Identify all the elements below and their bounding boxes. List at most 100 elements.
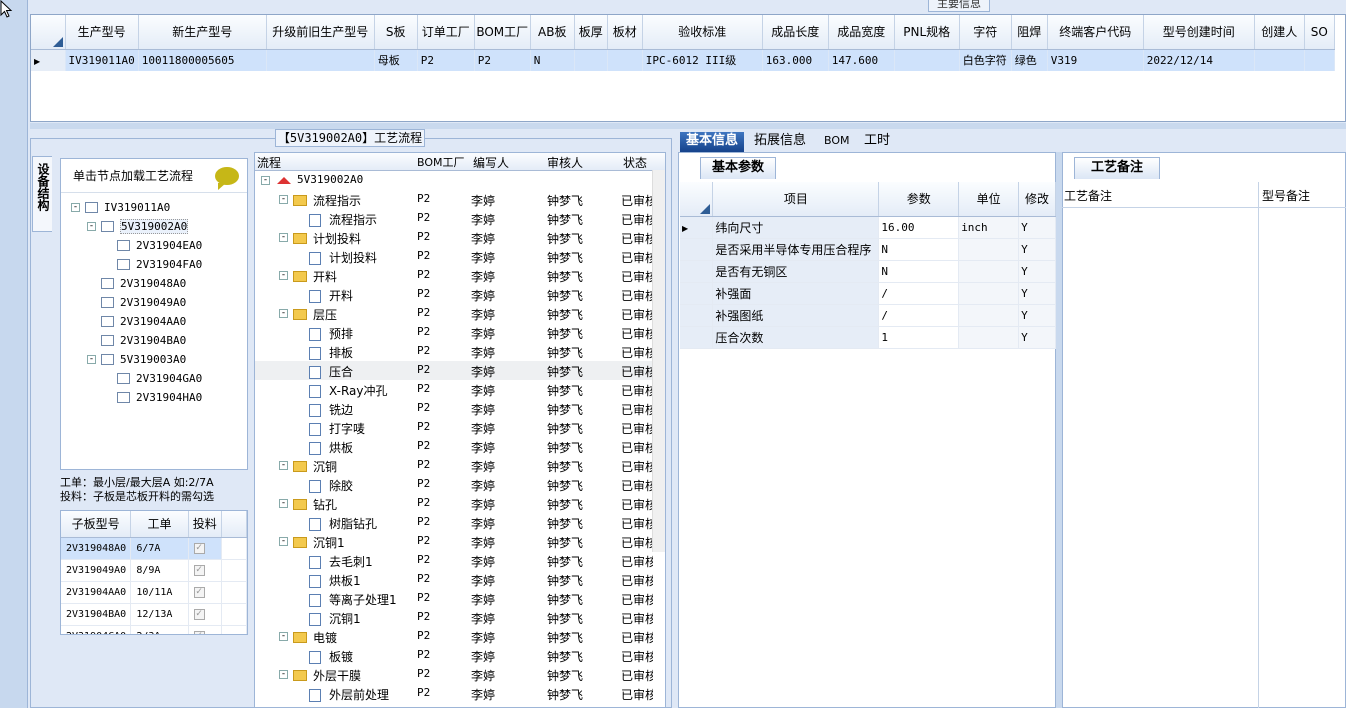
param-cell[interactable]: 是否采用半导体专用压合程序 [712, 238, 880, 261]
tab-basic-info[interactable]: 基本信息 [680, 132, 745, 152]
grid-cell[interactable]: 2022/12/14 [1143, 49, 1255, 71]
grid-cell[interactable]: 白色字符 [959, 49, 1012, 71]
table-row[interactable]: 压合次数 1 Y [680, 326, 1056, 349]
flow-row[interactable]: - 外层干膜 P2 李婷 钟梦飞 已审核 [255, 665, 665, 684]
param-cell[interactable]: 是否有无铜区 [712, 260, 880, 283]
flow-row[interactable]: 烘板 P2 李婷 钟梦飞 已审核 [255, 437, 665, 456]
row-indicator[interactable]: ▶ [680, 216, 714, 239]
tree-node[interactable]: - 5V319002A0 [61, 217, 247, 236]
tree-node[interactable]: 2V31904EA0 [61, 236, 247, 255]
flow-row[interactable]: - 流程指示 P2 李婷 钟梦飞 已审核 [255, 190, 665, 209]
grid-cell[interactable]: IPC-6012 III级 [642, 49, 763, 71]
side-tab-equipment[interactable]: 设备结构 [32, 156, 52, 232]
collapse-icon[interactable]: - [71, 203, 80, 212]
collapse-icon[interactable]: - [279, 195, 288, 204]
horizontal-splitter[interactable] [30, 123, 1346, 129]
table-row[interactable]: 是否采用半导体专用压合程序 N Y [680, 238, 1056, 261]
sub-grid-scroll[interactable] [221, 511, 247, 538]
param-cell[interactable]: 补强图纸 [712, 304, 880, 327]
grid-corner[interactable] [31, 15, 66, 50]
collapse-icon[interactable]: - [279, 632, 288, 641]
sub-col-header[interactable]: 子板型号 [61, 511, 132, 538]
row-indicator[interactable] [680, 260, 714, 283]
sub-cell[interactable]: 10/11A [130, 581, 189, 604]
col-header[interactable]: 板材 [607, 15, 643, 50]
table-row[interactable]: 2V319048A0 6/7A ✓ [61, 537, 247, 560]
collapse-icon[interactable]: - [279, 461, 288, 470]
flow-row[interactable]: 预排 P2 李婷 钟梦飞 已审核 [255, 323, 665, 342]
flow-row[interactable]: - 层压 P2 李婷 钟梦飞 已审核 [255, 304, 665, 323]
collapse-icon[interactable]: - [87, 222, 96, 231]
param-cell[interactable] [958, 304, 1020, 327]
flow-row[interactable]: 除胶 P2 李婷 钟梦飞 已审核 [255, 475, 665, 494]
sub-cell[interactable]: 2V319048A0 [61, 537, 132, 560]
flow-row[interactable]: 树脂钻孔 P2 李婷 钟梦飞 已审核 [255, 513, 665, 532]
param-cell[interactable]: Y [1018, 304, 1056, 327]
grid-cell[interactable] [894, 49, 960, 71]
tree-node[interactable]: - 5V319003A0 [61, 350, 247, 369]
param-cell[interactable] [958, 282, 1020, 305]
col-header[interactable]: 升级前旧生产型号 [266, 15, 375, 50]
table-row[interactable]: 2V31904CA02/3A ✓ [61, 625, 247, 634]
param-cell[interactable]: Y [1018, 282, 1056, 305]
table-row[interactable]: 是否有无铜区 N Y [680, 260, 1056, 283]
param-cell[interactable] [958, 326, 1020, 349]
flow-row[interactable]: 开料 P2 李婷 钟梦飞 已审核 [255, 285, 665, 304]
param-col-header[interactable]: 修改 [1018, 182, 1056, 217]
col-header[interactable]: SO [1304, 15, 1335, 50]
flow-col-name[interactable]: 流程 [257, 154, 281, 171]
sub-cell[interactable]: 8/9A [130, 559, 189, 582]
checkbox[interactable]: ✓ [193, 587, 205, 598]
flow-row[interactable]: - 沉铜 P2 李婷 钟梦飞 已审核 [255, 456, 665, 475]
row-indicator[interactable] [680, 326, 714, 349]
grid-cell[interactable] [574, 49, 608, 71]
grid-cell[interactable] [1304, 49, 1335, 71]
flow-row[interactable]: 压合 P2 李婷 钟梦飞 已审核 [255, 361, 665, 380]
row-indicator[interactable] [680, 304, 714, 327]
tree-node[interactable]: - IV319011A0 [61, 198, 247, 217]
param-cell[interactable] [958, 238, 1020, 261]
param-cell[interactable]: 16.00 [878, 216, 960, 239]
param-cell[interactable]: N [878, 260, 960, 283]
collapse-icon[interactable]: - [279, 233, 288, 242]
sub-col-header[interactable]: 投料 [188, 511, 222, 538]
grid-cell[interactable]: IV319011A0 [65, 49, 139, 71]
grid-cell[interactable]: 163.000 [762, 49, 829, 71]
flow-row[interactable]: 烘板1 P2 李婷 钟梦飞 已审核 [255, 570, 665, 589]
flow-col-reviewer[interactable]: 审核人 [547, 154, 583, 171]
collapse-icon[interactable]: - [279, 499, 288, 508]
collapse-icon[interactable]: - [279, 537, 288, 546]
tab-bom[interactable]: BOM [818, 132, 856, 152]
flow-row[interactable]: 外层前处理 P2 李婷 钟梦飞 已审核 [255, 684, 665, 703]
tree-node[interactable]: 2V31904BA0 [61, 331, 247, 350]
table-row[interactable]: 2V31904AA0 10/11A ✓ [61, 581, 247, 604]
param-cell[interactable]: 压合次数 [712, 326, 880, 349]
param-cell[interactable]: Y [1018, 260, 1056, 283]
sub-cell[interactable]: 2V31904AA0 [61, 581, 132, 604]
checkbox[interactable]: ✓ [193, 631, 205, 634]
col-header[interactable]: 创建人 [1254, 15, 1305, 50]
param-cell[interactable] [958, 260, 1020, 283]
flow-row[interactable]: 沉铜1 P2 李婷 钟梦飞 已审核 [255, 608, 665, 627]
collapse-icon[interactable]: - [279, 271, 288, 280]
param-cell[interactable]: 1 [878, 326, 960, 349]
col-header[interactable]: 订单工厂 [417, 15, 475, 50]
checkbox[interactable]: ✓ [193, 543, 205, 554]
param-cell[interactable]: Y [1018, 238, 1056, 261]
grid-cell[interactable]: P2 [417, 49, 475, 71]
col-header[interactable]: 成品宽度 [828, 15, 895, 50]
flow-col-status[interactable]: 状态 [623, 154, 647, 171]
col-header[interactable]: 成品长度 [762, 15, 829, 50]
flow-row[interactable]: 铣边 P2 李婷 钟梦飞 已审核 [255, 399, 665, 418]
tab-extended-info[interactable]: 拓展信息 [748, 132, 812, 152]
table-row[interactable]: 补强图纸 / Y [680, 304, 1056, 327]
col-header[interactable]: 字符 [959, 15, 1012, 50]
param-cell[interactable]: / [878, 304, 960, 327]
grid-cell[interactable]: 147.600 [828, 49, 895, 71]
sub-cell[interactable]: 2V31904CA0 [61, 625, 132, 634]
flow-scrollbar[interactable] [652, 170, 665, 552]
sub-cell[interactable]: 12/13A [130, 603, 189, 626]
flow-row[interactable]: 等离子处理1 P2 李婷 钟梦飞 已审核 [255, 589, 665, 608]
table-row[interactable]: 补强面 / Y [680, 282, 1056, 305]
flow-row[interactable]: - 钻孔 P2 李婷 钟梦飞 已审核 [255, 494, 665, 513]
